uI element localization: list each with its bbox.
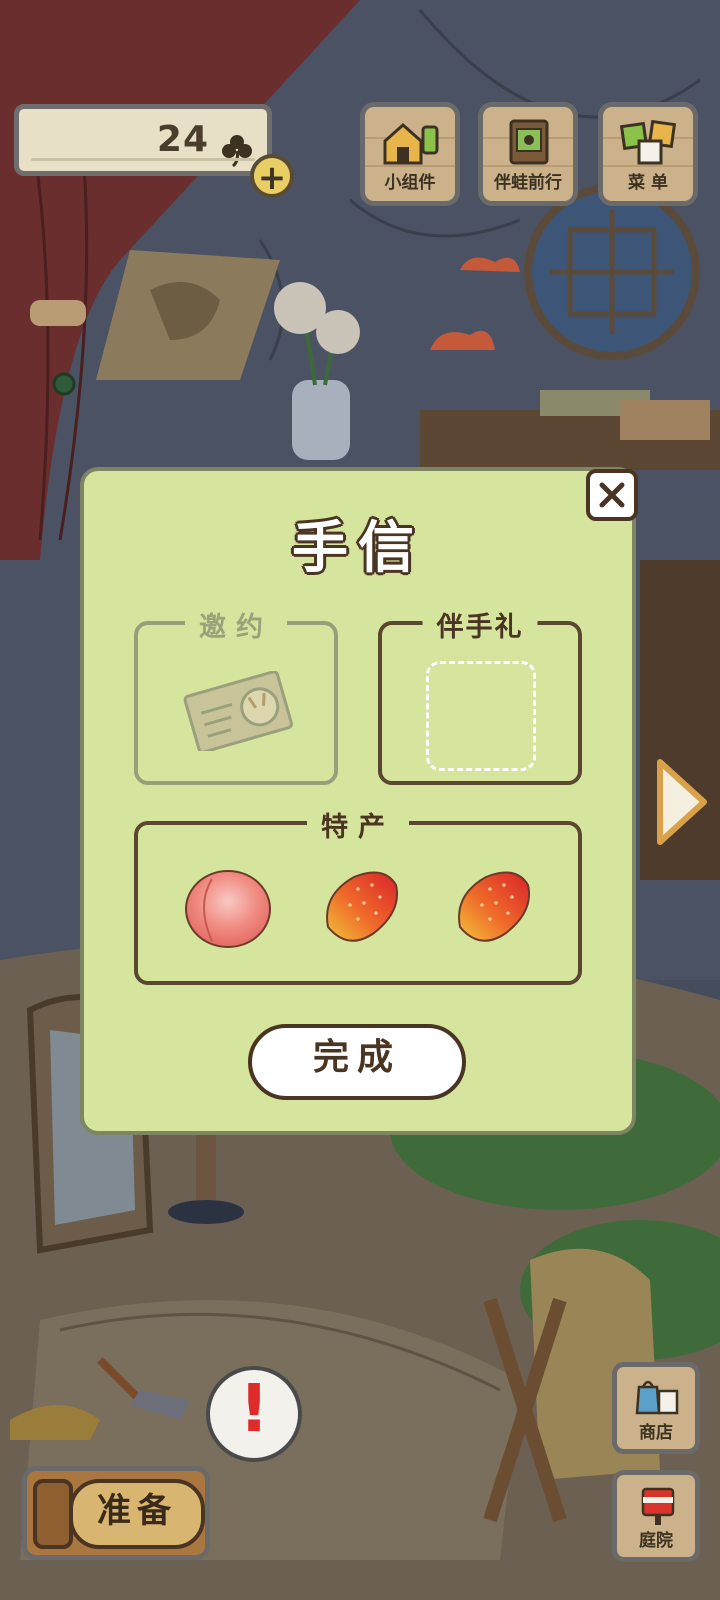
next-arrow-icon[interactable] xyxy=(654,758,710,846)
log-end xyxy=(33,1479,73,1549)
mailbox-icon xyxy=(641,1487,675,1525)
widgets-label: 小组件 xyxy=(384,173,436,193)
mango-icon[interactable] xyxy=(450,865,534,949)
prepare-label: 准备 xyxy=(69,1479,205,1549)
shop-label: 商店 xyxy=(639,1423,673,1443)
invitation-label: 邀约 xyxy=(185,605,287,644)
shop-bags-icon xyxy=(635,1380,679,1415)
invitation-section[interactable]: 邀约 xyxy=(134,605,338,785)
gift-label: 伴手礼 xyxy=(422,605,538,644)
travel-label: 伴蛙前行 xyxy=(494,173,562,193)
finish-button[interactable]: 完成 xyxy=(248,1024,466,1100)
prepare-button[interactable]: 准备 xyxy=(22,1466,210,1560)
clover-icon xyxy=(222,135,252,167)
garden-button[interactable]: 庭院 xyxy=(612,1470,700,1562)
menu-button[interactable]: 菜 单 xyxy=(598,102,698,206)
menu-icon xyxy=(619,119,677,165)
dialog-title: 手信 xyxy=(292,516,424,581)
garden-label: 庭院 xyxy=(639,1531,673,1551)
travel-with-frog-button[interactable]: 伴蛙前行 xyxy=(478,102,578,206)
close-icon xyxy=(599,482,625,508)
peach-icon[interactable] xyxy=(182,865,274,949)
specialty-label: 特产 xyxy=(307,805,409,844)
close-button[interactable] xyxy=(586,469,638,521)
travel-book-icon xyxy=(509,119,549,165)
menu-label: 菜 单 xyxy=(628,173,668,193)
invitation-card-icon xyxy=(183,671,293,751)
widgets-button[interactable]: 小组件 xyxy=(360,102,460,206)
specialty-section: 特产 xyxy=(134,805,582,985)
widgets-icon xyxy=(383,122,439,165)
alert-bubble[interactable]: ! xyxy=(206,1366,302,1462)
mango-icon[interactable] xyxy=(318,865,402,949)
clover-counter: 24 xyxy=(14,104,272,176)
shop-button[interactable]: 商店 xyxy=(612,1362,700,1454)
clover-count: 24 xyxy=(156,119,209,160)
counter-underline xyxy=(31,158,255,161)
add-clover-button[interactable]: + xyxy=(250,154,294,198)
gift-empty-slot[interactable] xyxy=(426,661,536,771)
gift-section[interactable]: 伴手礼 xyxy=(378,605,582,785)
souvenir-dialog: 手信 邀约 伴手礼 特产 完成 xyxy=(80,467,636,1135)
